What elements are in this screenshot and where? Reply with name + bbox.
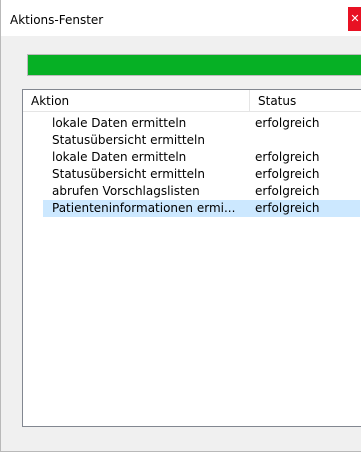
cell-aktion: Patienteninformationen ermi...	[52, 201, 236, 215]
cell-status: erfolgreich	[255, 167, 320, 181]
cell-aktion: abrufen Vorschlagslisten	[52, 184, 200, 198]
table-row[interactable]: abrufen Vorschlagslisten erfolgreich	[23, 183, 361, 200]
list-header: Aktion Status	[23, 90, 361, 112]
cell-status: erfolgreich	[255, 201, 320, 215]
cell-status: erfolgreich	[255, 184, 320, 198]
close-button[interactable]: ✕	[348, 7, 361, 31]
title-bar[interactable]: Aktions-Fenster ✕	[1, 0, 361, 36]
column-header-aktion[interactable]: Aktion	[23, 90, 250, 112]
progress-bar	[27, 54, 361, 76]
progress-fill	[28, 55, 361, 75]
table-row[interactable]: lokale Daten ermitteln erfolgreich	[23, 115, 361, 132]
cell-status	[255, 132, 355, 149]
table-row[interactable]: Statusübersicht ermitteln	[23, 132, 361, 149]
cell-aktion: Statusübersicht ermitteln	[52, 167, 205, 181]
cell-aktion: Statusübersicht ermitteln	[52, 133, 205, 147]
column-header-status[interactable]: Status	[250, 90, 361, 112]
cell-aktion: lokale Daten ermitteln	[52, 116, 187, 130]
cell-status: erfolgreich	[255, 150, 320, 164]
cell-status: erfolgreich	[255, 116, 320, 130]
window-title: Aktions-Fenster	[10, 13, 104, 27]
close-icon: ✕	[350, 12, 360, 25]
action-window: Aktions-Fenster ✕ Aktion Status lokale D…	[0, 0, 361, 452]
cell-aktion: lokale Daten ermitteln	[52, 150, 187, 164]
table-row[interactable]: Statusübersicht ermitteln erfolgreich	[23, 166, 361, 183]
table-row[interactable]: lokale Daten ermitteln erfolgreich	[23, 149, 361, 166]
list-rows: lokale Daten ermitteln erfolgreich Statusü…	[23, 115, 361, 217]
table-row[interactable]: Patienteninformationen ermi... erfolgreic…	[23, 200, 361, 217]
action-list[interactable]: Aktion Status lokale Daten ermitteln erfo…	[22, 89, 361, 427]
